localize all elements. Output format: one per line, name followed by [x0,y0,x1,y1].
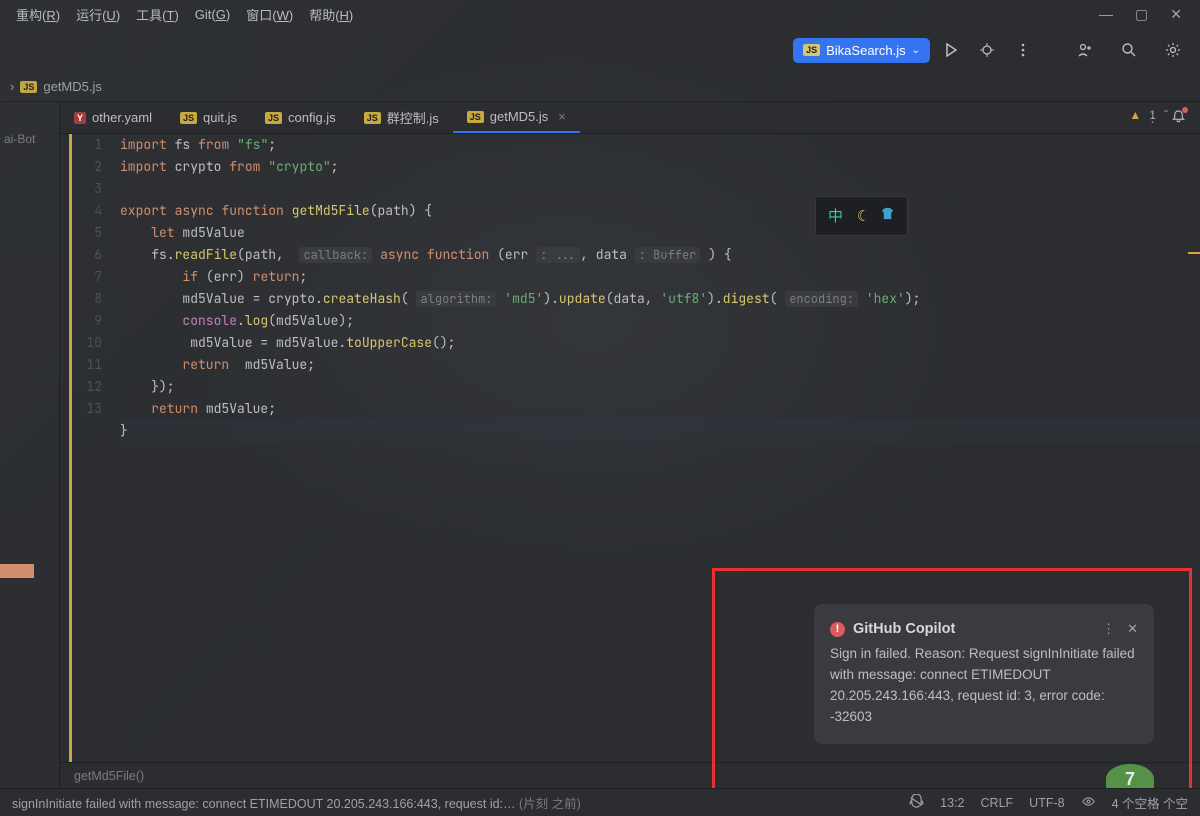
toolbar: JS BikaSearch.js ⌄ [0,28,1200,72]
inspection-widget[interactable]: ▲ 1 ˆ ˇ [1129,108,1180,122]
notification-title: GitHub Copilot [853,618,955,640]
js-icon: JS [803,44,820,56]
status-bar: signInInitiate failed with message: conn… [0,788,1200,816]
tab-qunkongzhi-js[interactable]: JS 群控制.js [350,102,453,133]
notification-body: Sign in failed. Reason: Request signInIn… [830,644,1138,728]
menubar: 重构(R) 运行(U) 工具(T) Git(G) 窗口(W) 帮助(H) — ▢… [0,0,1200,28]
status-indent[interactable]: 4 个空格 个空 [1112,793,1188,812]
moon-icon[interactable]: ☾ [857,205,866,227]
status-readonly-icon[interactable] [1081,794,1096,812]
tab-getmd5-js[interactable]: JS getMD5.js × [453,102,580,133]
next-highlight[interactable]: ˇ [1176,108,1180,122]
menu-tools[interactable]: 工具(T) [128,2,187,27]
js-icon: JS [20,81,37,93]
tab-quit-js[interactable]: JS quit.js [166,102,251,133]
ime-zh-icon[interactable]: 中 [828,205,843,227]
status-eol[interactable]: CRLF [981,796,1014,810]
debug-button[interactable] [972,35,1002,65]
settings-button[interactable] [1158,35,1188,65]
menu-window[interactable]: 窗口(W) [238,2,301,27]
status-position[interactable]: 13:2 [940,796,964,810]
run-button[interactable] [936,35,966,65]
editor-tabs: Y other.yaml JS quit.js JS config.js JS … [60,102,1200,134]
prev-highlight[interactable]: ˆ [1164,108,1168,122]
warning-icon: ▲ [1129,108,1141,122]
notification-balloon[interactable]: ! GitHub Copilot ⋮ ✕ Sign in failed. Rea… [814,604,1154,744]
yaml-icon: Y [74,112,86,124]
chevron-down-icon: ⌄ [912,45,920,56]
window-maximize[interactable]: ▢ [1135,6,1148,23]
function-breadcrumb[interactable]: getMd5File() [60,762,1200,788]
chevron-right-icon: › [10,79,14,94]
js-icon: JS [265,112,282,124]
js-icon: JS [180,112,197,124]
project-tool-window[interactable]: ai-Bot [0,102,60,788]
tab-config-js[interactable]: JS config.js [251,102,350,133]
run-config-label: BikaSearch.js [826,43,905,58]
breadcrumb: › JS getMD5.js [0,72,1200,102]
menu-refactor[interactable]: 重构(R) [8,2,68,27]
menu-help[interactable]: 帮助(H) [301,2,361,27]
left-stripe-marker [0,564,34,578]
project-root-label: ai-Bot [0,132,59,146]
close-icon[interactable]: × [558,109,566,124]
error-stripe[interactable] [1188,164,1200,762]
js-icon: JS [467,111,484,123]
notification-more[interactable]: ⋮ [1102,619,1115,639]
status-message[interactable]: signInInitiate failed with message: conn… [12,793,895,812]
window-minimize[interactable]: — [1099,6,1113,23]
run-config-selector[interactable]: JS BikaSearch.js ⌄ [793,38,930,63]
window-close[interactable]: ✕ [1170,6,1182,23]
search-button[interactable] [1114,35,1144,65]
status-copilot-icon[interactable] [909,794,924,812]
js-icon: JS [364,112,381,124]
menu-git[interactable]: Git(G) [187,4,238,25]
more-actions-button[interactable] [1008,35,1038,65]
warning-count: 1 [1149,108,1156,122]
menu-run[interactable]: 运行(U) [68,2,128,27]
code-with-me-button[interactable] [1070,35,1100,65]
breadcrumb-file[interactable]: getMD5.js [43,79,102,94]
status-encoding[interactable]: UTF-8 [1029,796,1064,810]
tab-other-yaml[interactable]: Y other.yaml [60,102,166,133]
ime-widget[interactable]: 中 ☾ [815,196,908,236]
notification-close[interactable]: ✕ [1127,619,1138,639]
shirt-icon[interactable] [880,205,895,227]
error-icon: ! [830,622,845,637]
